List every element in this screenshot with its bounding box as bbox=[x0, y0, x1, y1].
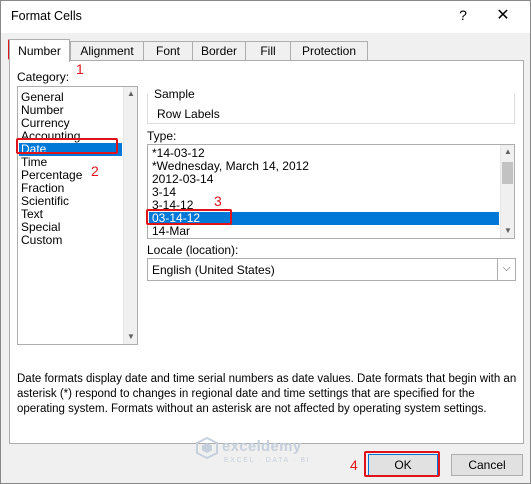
scroll-up-icon[interactable]: ▲ bbox=[124, 87, 138, 101]
step-2-callout: 2 bbox=[91, 163, 99, 179]
locale-dropdown[interactable]: English (United States) ⌵ bbox=[147, 258, 516, 281]
watermark-name: exceldemy bbox=[222, 438, 302, 455]
step-4-callout: 4 bbox=[350, 457, 358, 473]
type-label: Type: bbox=[147, 129, 177, 143]
tab-number[interactable]: Number bbox=[9, 39, 70, 62]
exceldemy-logo-icon bbox=[196, 437, 218, 459]
category-scrollbar[interactable]: ▲ ▼ bbox=[123, 87, 137, 344]
watermark-tagline: EXCEL · DATA · BI bbox=[224, 457, 311, 464]
step-3-highlight bbox=[146, 209, 232, 225]
chevron-down-icon[interactable]: ⌵ bbox=[497, 259, 515, 280]
dialog-title: Format Cells bbox=[11, 9, 82, 23]
help-icon[interactable]: ? bbox=[453, 7, 473, 23]
scroll-thumb[interactable] bbox=[502, 162, 513, 184]
cancel-button[interactable]: Cancel bbox=[451, 454, 523, 476]
sample-value: Row Labels bbox=[157, 107, 220, 121]
title-bar: Format Cells ? ✕ bbox=[1, 1, 530, 33]
step-4-highlight bbox=[364, 451, 440, 477]
scroll-up-icon[interactable]: ▲ bbox=[501, 145, 515, 159]
tab-alignment[interactable]: Alignment bbox=[70, 41, 144, 61]
category-list[interactable]: General Number Currency Accounting Date … bbox=[17, 86, 138, 345]
tab-font[interactable]: Font bbox=[143, 41, 193, 61]
step-3-callout: 3 bbox=[214, 193, 222, 209]
tab-protection[interactable]: Protection bbox=[290, 41, 368, 61]
tab-fill[interactable]: Fill bbox=[245, 41, 291, 61]
scroll-down-icon[interactable]: ▼ bbox=[501, 224, 515, 238]
format-description: Date formats display date and time seria… bbox=[17, 373, 517, 415]
step-2-highlight bbox=[16, 138, 118, 154]
tab-border[interactable]: Border bbox=[192, 41, 246, 61]
step-1-callout: 1 bbox=[76, 61, 84, 77]
type-scrollbar[interactable]: ▲ ▼ bbox=[500, 145, 514, 238]
category-label: Category: bbox=[17, 70, 70, 84]
type-item[interactable]: 14-Mar bbox=[152, 225, 190, 238]
scroll-down-icon[interactable]: ▼ bbox=[124, 330, 138, 344]
close-icon[interactable]: ✕ bbox=[491, 5, 515, 25]
category-item-custom[interactable]: Custom bbox=[21, 234, 62, 247]
locale-label: Locale (location): bbox=[147, 243, 239, 257]
locale-value: English (United States) bbox=[152, 263, 275, 277]
